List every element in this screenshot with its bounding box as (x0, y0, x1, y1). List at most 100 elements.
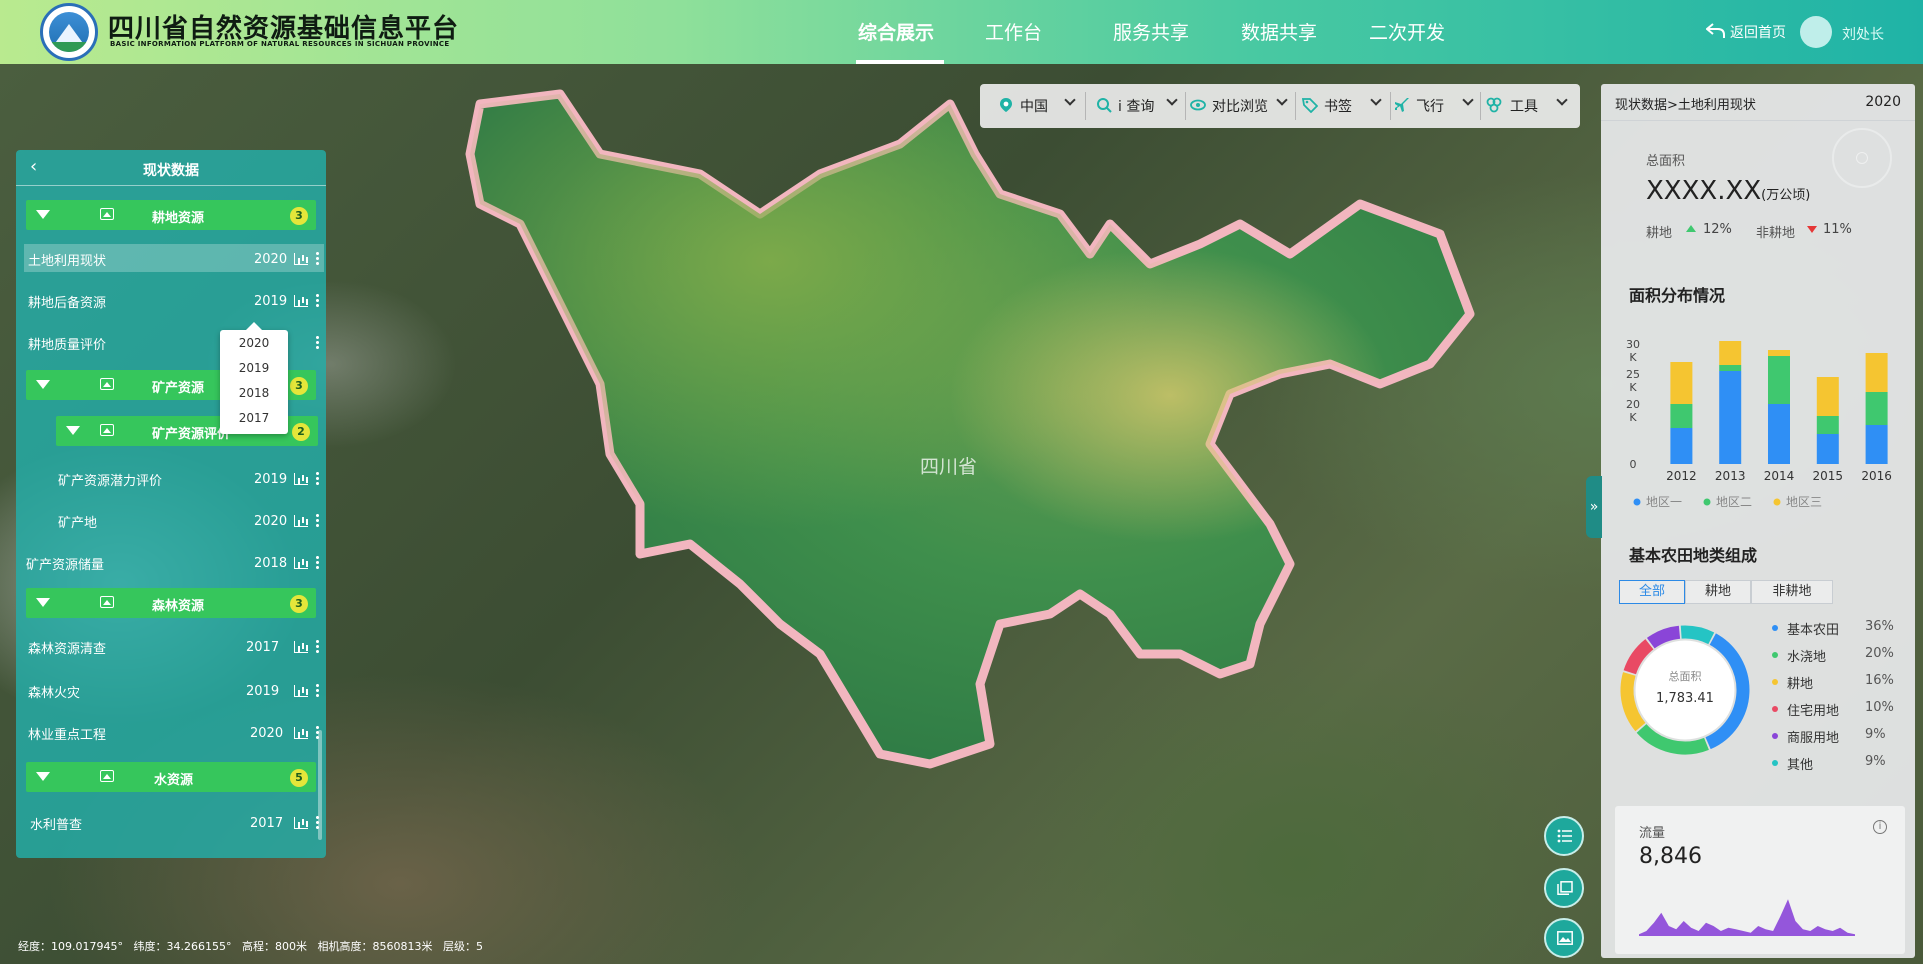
layer-row-mineral-site[interactable]: 矿产地 2020 (24, 506, 324, 534)
bar-chart-icon[interactable] (294, 253, 308, 265)
collapse-triangle-icon[interactable] (36, 772, 50, 781)
chevron-down-icon[interactable] (1166, 94, 1178, 106)
more-options-icon[interactable] (316, 513, 319, 528)
nav-comprehensive-display[interactable]: 综合展示 (858, 18, 934, 45)
return-home-link[interactable]: 返回首页 (1730, 22, 1786, 42)
chevron-down-icon[interactable] (1370, 94, 1382, 106)
layer-row-water-census[interactable]: 水利普查 2017 (24, 808, 324, 836)
layer-row-mineral-reserves[interactable]: 矿产资源储量 2018 (24, 548, 324, 576)
collapse-triangle-icon[interactable] (36, 598, 50, 607)
bar-segment[interactable] (1719, 365, 1742, 371)
more-options-icon[interactable] (316, 683, 319, 698)
layer-year-select[interactable]: 2019 (246, 684, 279, 699)
bar-segment[interactable] (1670, 404, 1693, 428)
layer-row-forest-inventory[interactable]: 森林资源清查 2017 (24, 632, 324, 660)
flow-area-chart (1639, 899, 1855, 936)
bar-segment[interactable] (1816, 434, 1839, 464)
bar-segment[interactable] (1816, 416, 1839, 434)
category-cultivated-land[interactable]: 耕地资源 3 (26, 200, 316, 230)
layer-year-select[interactable]: 2017 (250, 816, 283, 831)
legend-label: 耕地 (1787, 677, 1814, 692)
bar-chart-icon[interactable] (294, 557, 308, 569)
layer-year-select[interactable]: 2019 (254, 294, 287, 309)
more-options-icon[interactable] (316, 251, 319, 266)
panel-collapse-tab[interactable]: » (1586, 476, 1602, 538)
year-option[interactable]: 2017 (220, 411, 288, 425)
panel-scrollbar[interactable] (318, 730, 322, 840)
bookmark-tool[interactable]: 书签 (1324, 96, 1352, 116)
chevron-down-icon[interactable] (1276, 94, 1288, 106)
copy-layers-button[interactable] (1544, 868, 1584, 908)
flight-tool[interactable]: 飞行 (1416, 96, 1444, 116)
chevron-down-icon[interactable] (1462, 94, 1474, 106)
layer-list-button[interactable] (1544, 816, 1584, 856)
more-options-icon[interactable] (316, 293, 319, 308)
layer-row-mineral-potential[interactable]: 矿产资源潜力评价 2019 (24, 464, 324, 492)
tab-non-cultivated[interactable]: 非耕地 (1751, 580, 1833, 604)
collapse-triangle-icon[interactable] (36, 210, 50, 219)
layer-year-select[interactable]: 2020 (254, 514, 287, 529)
year-option[interactable]: 2020 (220, 336, 288, 350)
bar-segment[interactable] (1768, 350, 1790, 356)
bar-segment[interactable] (1719, 341, 1742, 365)
chevron-down-icon[interactable] (1064, 94, 1076, 106)
year-option[interactable]: 2018 (220, 386, 288, 400)
layer-year-select[interactable]: 2018 (254, 556, 287, 571)
compare-browse-tool[interactable]: 对比浏览 (1212, 96, 1268, 116)
region-select[interactable]: 中国 (1020, 96, 1048, 116)
more-options-icon[interactable] (316, 639, 319, 654)
bar-segment[interactable] (1768, 404, 1790, 464)
copy-icon (1557, 881, 1573, 895)
bar-chart-icon[interactable] (294, 515, 308, 527)
basemap-button[interactable] (1544, 918, 1584, 958)
layer-row-forestry-projects[interactable]: 林业重点工程 2020 (24, 718, 324, 746)
layer-year-select[interactable]: 2020 (250, 726, 283, 741)
bar-chart-icon[interactable] (294, 817, 308, 829)
user-name[interactable]: 刘处长 (1842, 24, 1884, 44)
x-tick-label: 2016 (1861, 469, 1892, 483)
bar-chart-icon[interactable] (294, 685, 308, 697)
layer-year-select[interactable]: 2017 (246, 640, 279, 655)
bar-chart-icon[interactable] (294, 295, 308, 307)
collapse-triangle-icon[interactable] (66, 426, 80, 435)
bar-segment[interactable] (1865, 392, 1888, 425)
bar-chart-icon[interactable] (294, 727, 308, 739)
nav-data-sharing[interactable]: 数据共享 (1241, 18, 1317, 45)
tab-cultivated[interactable]: 耕地 (1685, 580, 1751, 604)
more-options-icon[interactable] (316, 471, 319, 486)
tab-all[interactable]: 全部 (1619, 580, 1685, 604)
user-avatar[interactable] (1800, 16, 1832, 48)
nav-secondary-development[interactable]: 二次开发 (1369, 18, 1445, 45)
compass-icon[interactable] (1832, 128, 1892, 188)
year-option[interactable]: 2019 (220, 361, 288, 375)
bar-segment[interactable] (1670, 362, 1693, 404)
bar-segment[interactable] (1670, 428, 1693, 464)
category-forest-resources[interactable]: 森林资源 3 (26, 588, 316, 618)
more-options-icon[interactable] (316, 555, 319, 570)
donut-slice[interactable] (1680, 625, 1715, 645)
more-options-icon[interactable] (316, 335, 319, 350)
nav-workbench[interactable]: 工作台 (985, 18, 1042, 45)
layer-year-select[interactable]: 2020 (254, 252, 287, 267)
bar-chart-icon[interactable] (294, 641, 308, 653)
nav-service-sharing[interactable]: 服务共享 (1113, 18, 1189, 45)
bar-segment[interactable] (1768, 356, 1790, 404)
farmland-donut-chart: 总面积 1,783.41 (1620, 625, 1750, 755)
category-water-resources[interactable]: 水资源 5 (26, 762, 316, 792)
bar-segment[interactable] (1865, 353, 1888, 392)
layer-row-reserve-land[interactable]: 耕地后备资源 2019 (24, 286, 324, 314)
layer-row-land-use[interactable]: 土地利用现状 2020 (24, 244, 324, 272)
bar-segment[interactable] (1816, 377, 1839, 416)
query-tool[interactable]: i 查询 (1118, 96, 1154, 116)
layer-row-forest-fire[interactable]: 森林火灾 2019 (24, 676, 324, 704)
bar-segment[interactable] (1719, 371, 1742, 464)
tools-menu[interactable]: 工具 (1510, 96, 1538, 116)
x-tick-label: 2013 (1715, 469, 1746, 483)
x-tick-label: 2014 (1764, 469, 1795, 483)
chevron-down-icon[interactable] (1556, 94, 1568, 106)
bar-segment[interactable] (1865, 425, 1888, 464)
layer-year-select[interactable]: 2019 (254, 472, 287, 487)
bar-chart-icon[interactable] (294, 473, 308, 485)
collapse-triangle-icon[interactable] (36, 380, 50, 389)
info-icon[interactable]: i (1873, 820, 1887, 834)
